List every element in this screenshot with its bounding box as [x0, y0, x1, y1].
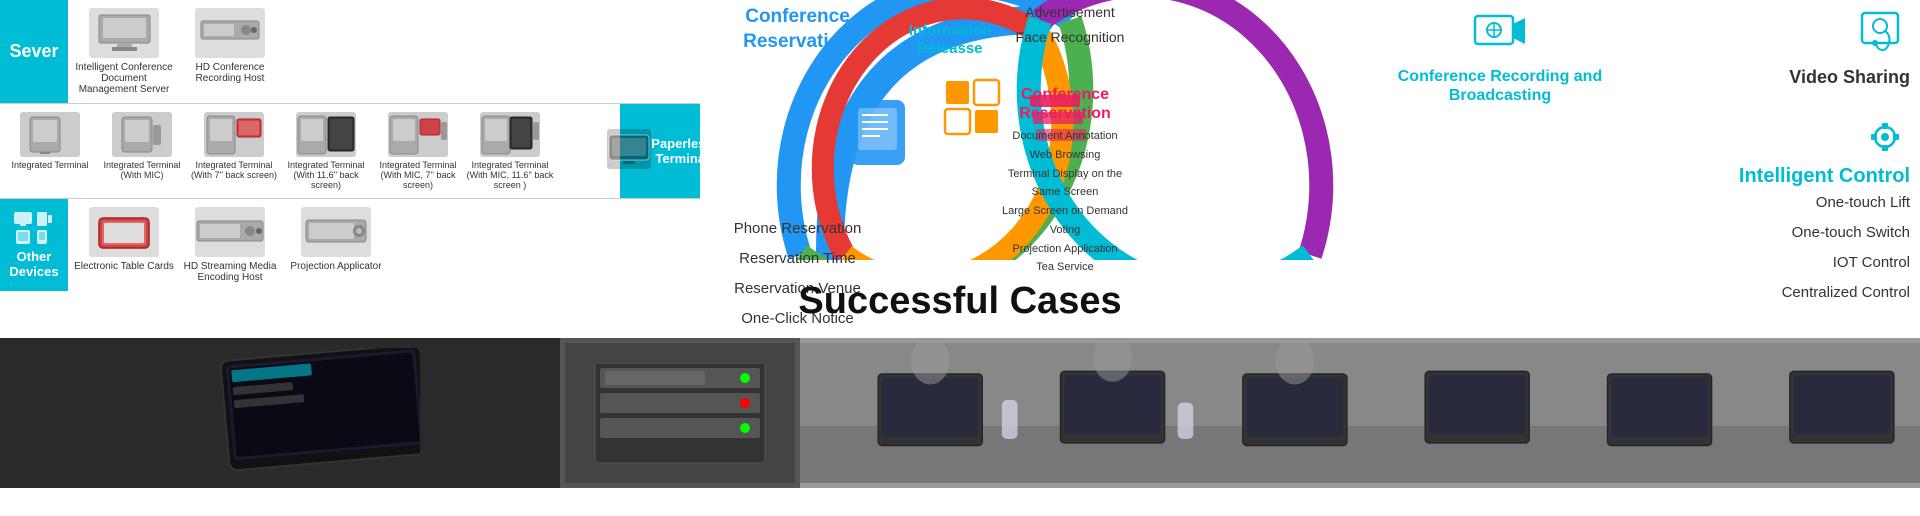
other-devices-icons	[13, 211, 55, 245]
info-release-title: Information Releasse	[909, 22, 992, 57]
list-item: Intelligent Conference Document Manageme…	[74, 8, 174, 95]
left-panel: Sever Intelligent Conference Document Ma…	[0, 0, 700, 291]
list-item: One-touch Lift	[1390, 188, 1910, 218]
list-item: HD Conference Recording Host	[180, 8, 280, 95]
list-item: Voting	[995, 221, 1135, 240]
device-name: Integrated Terminal	[12, 160, 89, 170]
device-name: Intelligent Conference Document Manageme…	[74, 62, 174, 95]
cases-images	[0, 338, 1920, 488]
projection-icon	[301, 207, 371, 257]
paperless-terminal: Paperless Terminal	[620, 104, 700, 198]
list-item: Integrated Terminal	[6, 112, 94, 190]
info-release-section: Information Releasse	[895, 22, 1005, 58]
device-name: Integrated Terminal (With 7'' back scree…	[190, 160, 278, 180]
case-image-1	[0, 338, 560, 488]
list-item: Projection Application	[995, 240, 1135, 259]
terminal-items-list: Integrated Terminal Integrated Terminal …	[0, 104, 620, 198]
conf-reservation-title: Conference Reservation	[705, 5, 890, 54]
conf-recording-title: Conference Recording and Broadcasting	[1390, 67, 1610, 105]
terminal-7back-icon	[204, 112, 264, 157]
list-item: Integrated Terminal (With MIC, 11.6'' ba…	[466, 112, 554, 190]
case-image-2	[560, 338, 800, 488]
table-cards-icon	[89, 207, 159, 257]
list-item: Large Screen on Demand	[995, 202, 1135, 221]
advertisement-label: Advertisement	[1010, 0, 1130, 25]
device-name: Integrated Terminal (With MIC)	[98, 160, 186, 180]
list-item: Terminal Display on the Same Screen	[995, 165, 1135, 202]
terminal-mic-icon	[112, 112, 172, 157]
list-item: Integrated Terminal (With 11.6'' back sc…	[282, 112, 370, 190]
right-panel: Conference Recording and Broadcasting Vi…	[1380, 0, 1920, 260]
terminal-row: Integrated Terminal Integrated Terminal …	[0, 104, 700, 199]
video-sharing-title: Video Sharing	[1710, 67, 1910, 88]
device-name: Integrated Terminal (With MIC, 7'' back …	[374, 160, 462, 190]
terminal-icon	[20, 112, 80, 157]
terminal-mic7-icon	[388, 112, 448, 157]
conf-res-center-title: ConferenceReservation	[995, 85, 1135, 123]
streaming-host-icon	[195, 207, 265, 257]
face-recognition-label: Face Recognition	[1010, 25, 1130, 50]
server-device-icon	[89, 8, 159, 58]
server-label: Sever	[0, 0, 68, 103]
video-sharing-section: Video Sharing	[1710, 8, 1910, 88]
list-item: Phone Reservation	[705, 214, 890, 244]
device-name: Integrated Terminal (With 11.6'' back sc…	[282, 160, 370, 190]
host-device-icon	[195, 8, 265, 58]
list-item: Integrated Terminal (With 7'' back scree…	[190, 112, 278, 190]
terminal-mic116-icon	[480, 112, 540, 157]
terminal-116back-icon	[296, 112, 356, 157]
middle-diagram: Conference Reservation Phone Reservation…	[700, 0, 1380, 260]
successful-cases-title: Successful Cases	[0, 260, 1920, 338]
list-item: Document Annotation	[995, 127, 1135, 146]
list-item: Integrated Terminal (With MIC, 7'' back …	[374, 112, 462, 190]
bottom-section: Successful Cases	[0, 260, 1920, 488]
device-name: HD Conference Recording Host	[180, 62, 280, 84]
diagram-container: Conference Reservation Phone Reservation…	[700, 0, 1380, 260]
list-item: Integrated Terminal (With MIC)	[98, 112, 186, 190]
server-items: Intelligent Conference Document Manageme…	[68, 0, 286, 103]
server-row: Sever Intelligent Conference Document Ma…	[0, 0, 700, 104]
intelligent-control-title: Intelligent Control	[1390, 165, 1910, 188]
top-center-labels: Advertisement Face Recognition	[1010, 0, 1130, 50]
list-item: One-touch Switch	[1390, 218, 1910, 248]
conf-res-center-section: ConferenceReservation Document Annotatio…	[995, 85, 1135, 277]
paperless-icon	[607, 129, 651, 169]
device-name: Integrated Terminal (With MIC, 11.6'' ba…	[466, 160, 554, 190]
list-item: Web Browsing	[995, 146, 1135, 165]
conf-recording-section: Conference Recording and Broadcasting	[1390, 8, 1610, 105]
case-image-3	[800, 338, 1920, 488]
